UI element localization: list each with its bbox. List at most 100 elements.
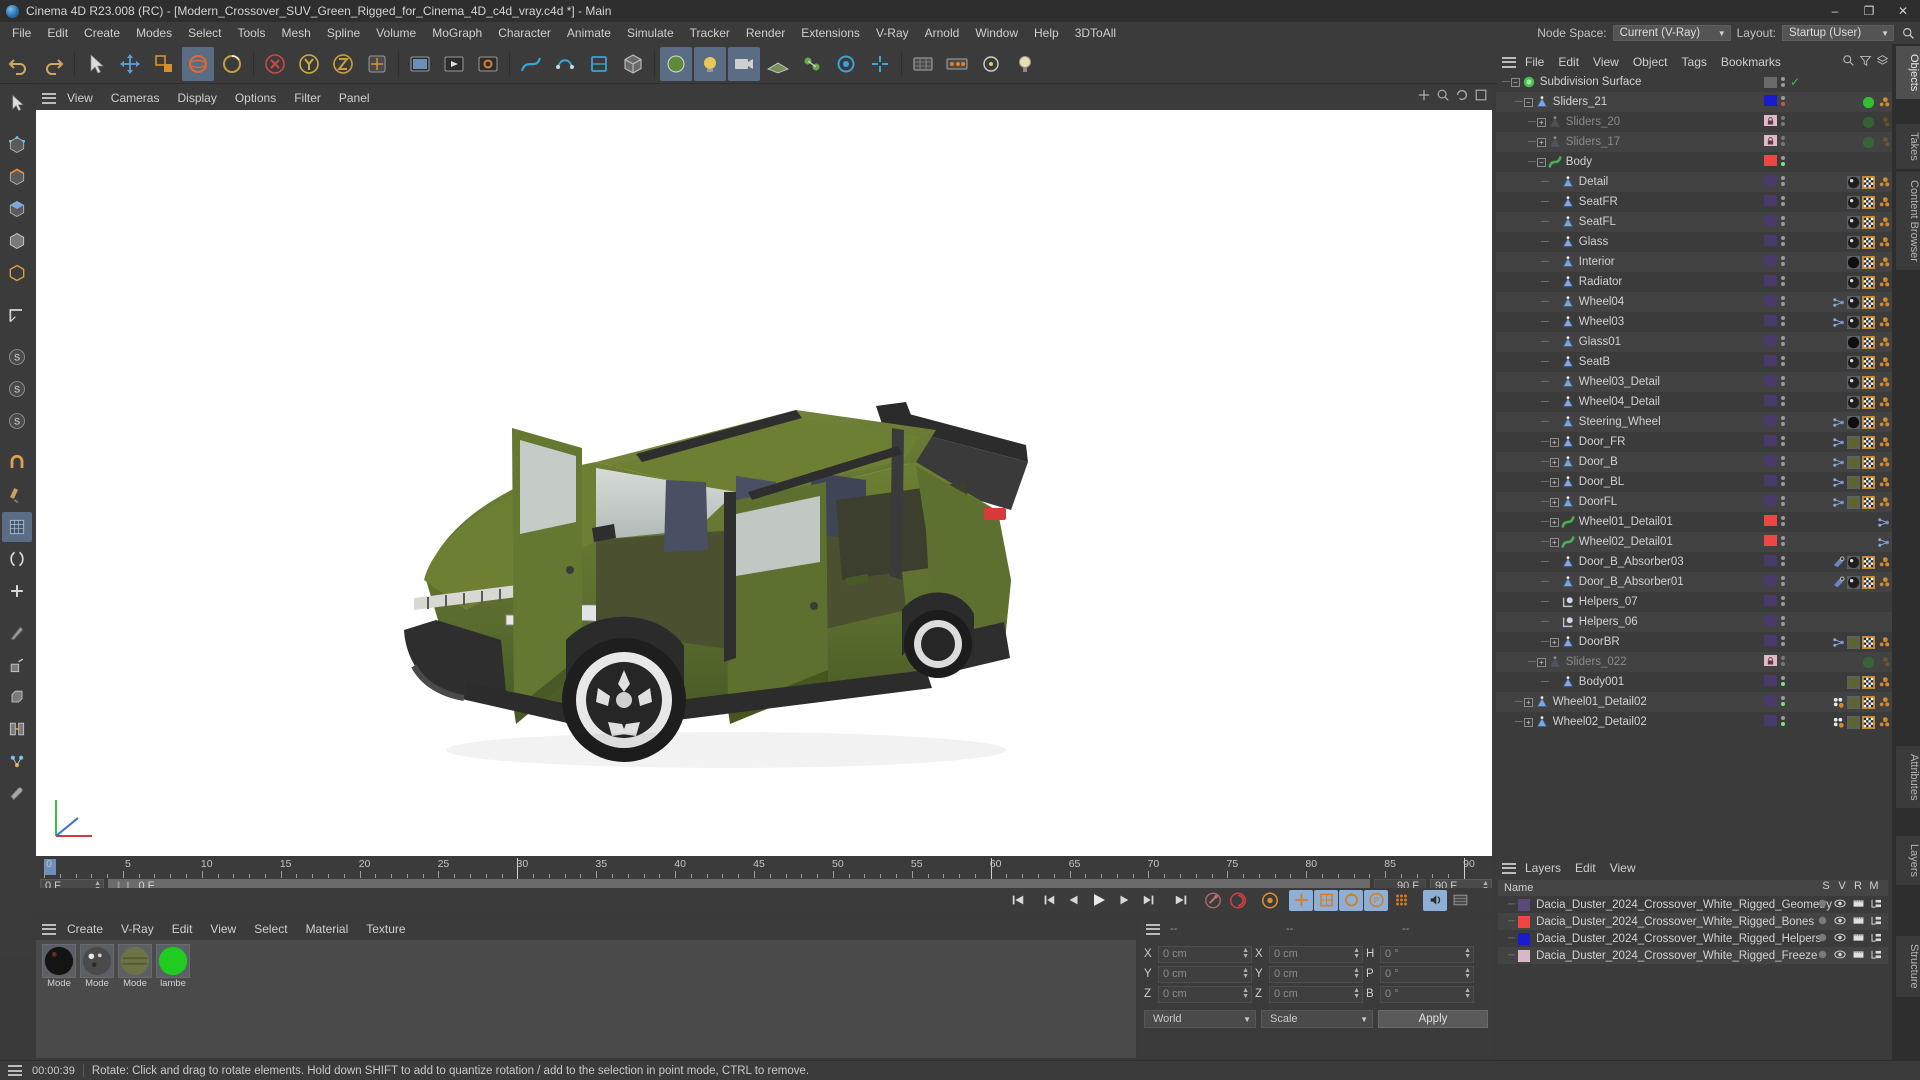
joint-tag-icon[interactable] (1877, 176, 1890, 189)
hamburger-icon[interactable] (1500, 860, 1518, 876)
object-row[interactable]: ─ + Wheel01_Detail01 (1496, 512, 1892, 532)
spinner-icon[interactable]: ▲▼ (1242, 987, 1249, 1000)
layer-color-swatch[interactable] (1764, 535, 1777, 546)
object-row[interactable]: ─ Wheel04_Detail (1496, 392, 1892, 412)
visibility-dots[interactable] (1780, 215, 1785, 226)
layer-color-swatch[interactable] (1764, 335, 1777, 346)
collapse-icon[interactable]: − (1510, 77, 1520, 87)
edge-tab-objects[interactable]: Objects (1896, 46, 1920, 100)
floor-button[interactable] (762, 47, 794, 81)
viewport-zoom-icon[interactable] (1436, 88, 1450, 102)
tool-parentheses-button[interactable] (2, 544, 32, 574)
expand-icon[interactable]: + (1536, 117, 1546, 127)
rotation-field[interactable]: 0 ° ▲ ▼ (1380, 965, 1474, 983)
layer-color-swatch[interactable] (1764, 455, 1777, 466)
collapse-icon[interactable]: − (1536, 157, 1546, 167)
object-menu-file[interactable]: File (1518, 52, 1551, 72)
texture-tag-icon[interactable] (1862, 295, 1875, 309)
joint-tag-icon[interactable] (1877, 316, 1890, 329)
layer-color-lock[interactable] (1764, 115, 1777, 126)
weight-tag-icon[interactable] (1832, 496, 1845, 509)
expand-icon[interactable]: + (1549, 637, 1559, 647)
layers-menu-view[interactable]: View (1603, 858, 1643, 878)
collapse-icon[interactable]: − (1523, 97, 1533, 107)
weight-tag-icon[interactable] (1832, 476, 1845, 489)
maximize-button[interactable]: ❐ (1852, 0, 1886, 22)
spinner-icon[interactable]: ▲▼ (1464, 987, 1471, 1000)
material-swatch[interactable]: Mode (80, 944, 114, 1058)
object-row[interactable]: ─ + Wheel02_Detail01 (1496, 532, 1892, 552)
weight-tag-icon[interactable] (1832, 416, 1845, 429)
object-row[interactable]: ─ Helpers_07 (1496, 592, 1892, 612)
rotate-alt-button[interactable] (216, 47, 248, 81)
material-tag-icon[interactable] (1847, 195, 1860, 209)
layer-color-swatch[interactable] (1764, 175, 1777, 186)
tool-knife-button[interactable] (2, 618, 32, 648)
material-tag-icon[interactable] (1847, 335, 1860, 349)
layer-color-swatch[interactable] (1764, 675, 1777, 686)
material-tag-icon[interactable] (1847, 575, 1860, 589)
position-field[interactable]: 0 cm ▲ ▼ (1158, 965, 1252, 983)
object-row[interactable]: ─ Steering_Wheel (1496, 412, 1892, 432)
expand-icon[interactable]: + (1549, 537, 1559, 547)
tool-weld-button[interactable] (2, 746, 32, 776)
layer-render-toggle[interactable] (1850, 931, 1866, 945)
texture-tag-icon[interactable] (1862, 475, 1875, 489)
spline-pen-button[interactable] (515, 47, 547, 81)
object-menu-tags[interactable]: Tags (1675, 52, 1714, 72)
layer-color-swatch[interactable] (1764, 515, 1777, 526)
object-row[interactable]: ─ SeatFL (1496, 212, 1892, 232)
texture-tag-icon[interactable] (1862, 495, 1875, 509)
hamburger-icon[interactable] (1144, 921, 1162, 937)
scale-key-button[interactable] (1314, 889, 1338, 911)
layer-row[interactable]: ─ Dacia_Duster_2024_Crossover_White_Rigg… (1498, 913, 1888, 930)
layer-color-swatch[interactable] (1764, 95, 1777, 106)
expand-icon[interactable]: + (1536, 137, 1546, 147)
object-list[interactable]: ─ − Subdivision Surface ✓ ─ − Sliders_21 (1496, 72, 1892, 857)
render-settings-button[interactable] (472, 47, 504, 81)
material-tag-icon[interactable] (1847, 675, 1860, 689)
expand-icon[interactable]: + (1549, 437, 1559, 447)
visibility-dots[interactable] (1780, 475, 1785, 486)
redo-button[interactable] (37, 47, 69, 81)
material-menu-texture[interactable]: Texture (357, 918, 414, 940)
joint-tag-icon[interactable] (1877, 276, 1890, 289)
joint-tag-icon[interactable] (1877, 696, 1890, 709)
visibility-dots[interactable] (1780, 575, 1785, 586)
menu-simulate[interactable]: Simulate (619, 22, 682, 44)
texture-tag-icon[interactable] (1862, 175, 1875, 189)
joint-tag-icon[interactable] (1877, 96, 1890, 109)
layer-color-swatch[interactable] (1764, 695, 1777, 706)
layer-color-swatch[interactable] (1764, 575, 1777, 586)
enabled-check-icon[interactable]: ✓ (1790, 75, 1800, 89)
layer-color-swatch[interactable] (1764, 235, 1777, 246)
layer-row[interactable]: ─ Dacia_Duster_2024_Crossover_White_Rigg… (1498, 930, 1888, 947)
layer-visible-toggle[interactable] (1832, 948, 1848, 962)
menu-extensions[interactable]: Extensions (793, 22, 868, 44)
layers-list[interactable]: ─ Dacia_Duster_2024_Crossover_White_Rigg… (1498, 896, 1888, 964)
layer-color-swatch[interactable] (1764, 555, 1777, 566)
goto-end-button[interactable] (1169, 890, 1193, 911)
joint-tag-icon[interactable] (1877, 116, 1890, 129)
goto-prev-key-button[interactable] (1037, 890, 1061, 911)
expand-icon[interactable]: + (1523, 697, 1533, 707)
material-tag-icon[interactable] (1847, 375, 1860, 389)
viewport-menu-panel[interactable]: Panel (330, 86, 379, 110)
weight-tag-icon[interactable] (1832, 456, 1845, 469)
texture-tag-icon[interactable] (1862, 435, 1875, 449)
spinner-icon[interactable]: ▲▼ (1353, 987, 1360, 1000)
layer-color-swatch[interactable] (1764, 76, 1777, 88)
object-row[interactable]: ─ + Sliders_022 (1496, 652, 1892, 672)
menu-3dtoall[interactable]: 3DToAll (1067, 22, 1124, 44)
joint-tag-icon[interactable] (1877, 236, 1890, 249)
layer-color-swatch[interactable] (1764, 255, 1777, 266)
goto-start-button[interactable] (1006, 890, 1030, 911)
menu-create[interactable]: Create (76, 22, 128, 44)
layer-visible-toggle[interactable] (1832, 914, 1848, 928)
layer-color-swatch[interactable] (1764, 715, 1777, 726)
object-row[interactable]: ─ Door_B_Absorber03 (1496, 552, 1892, 572)
world-coord-button[interactable] (361, 47, 393, 81)
joint-tag-icon[interactable] (1877, 196, 1890, 209)
tool-grid-button[interactable] (2, 512, 32, 542)
visibility-dots[interactable] (1780, 555, 1785, 566)
